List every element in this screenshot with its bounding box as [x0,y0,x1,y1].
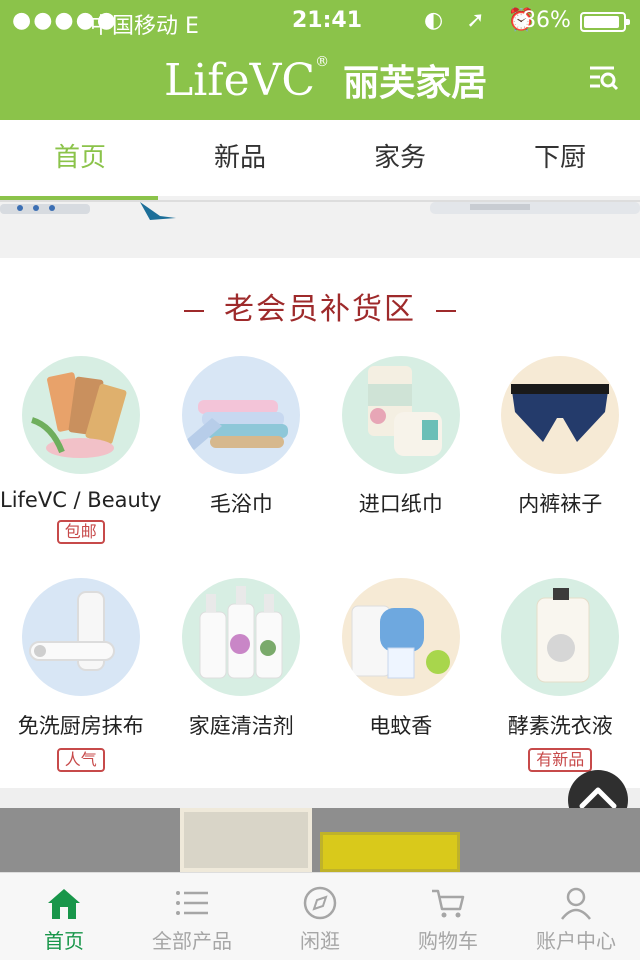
banner-image [0,202,640,220]
tab-home[interactable]: 首页 [0,120,160,196]
nav-cart[interactable]: 购物车 [384,873,512,960]
badge-popular: 人气 [56,748,105,772]
logo-cn: 丽芙家居 [343,63,488,104]
logo-en: LifeVC [164,55,316,106]
nav-label: 购物车 [418,929,478,953]
logo-reg: ® [315,54,330,70]
product-label: 毛浴巾 [209,492,273,516]
status-bar: ●●●●● 中国移动 E 21:41 ◐ ➚ ⏰ 86% [0,0,640,40]
tab-kitchen[interactable]: 下厨 [480,120,640,196]
tab-new[interactable]: 新品 [160,120,320,196]
product-thumb [341,578,460,696]
section-title: 老会员补货区 [0,284,640,328]
section-title-text: 老会员补货区 [224,292,416,327]
product-item-laundry[interactable]: 酵素洗衣液 有新品 [480,566,640,772]
product-item-tissue[interactable]: 进口纸巾 [321,344,481,538]
badge-new-item: 有新品 [528,748,593,772]
product-label: 免洗厨房抹布 [17,714,144,738]
home-icon [48,889,80,919]
nav-browse[interactable]: 闲逛 [256,873,384,960]
product-item-kitchen-cloth[interactable]: 免洗厨房抹布 人气 [0,566,161,772]
nav-account[interactable]: 账户中心 [512,873,640,960]
product-thumb [341,356,460,474]
category-tabs: 首页 新品 家务 下厨 [0,120,640,196]
badge-free-shipping: 包邮 [56,520,105,544]
tab-housework[interactable]: 家务 [320,120,480,196]
product-thumb [501,356,620,474]
nav-label: 全部产品 [152,929,232,953]
list-icon [176,891,208,915]
search-menu-icon[interactable] [584,60,620,96]
product-thumb [501,578,620,696]
product-preview-image[interactable] [0,808,640,872]
nav-label: 账户中心 [536,929,616,953]
compass-icon [303,886,337,920]
banner-carousel[interactable] [0,196,640,258]
battery-icon [580,12,630,32]
banner-divider [0,200,640,202]
cart-icon [432,889,465,918]
product-item-beauty[interactable]: LifeVC / Beauty 包邮 [0,344,162,544]
product-label: 进口纸巾 [358,492,443,516]
nav-label: 首页 [44,929,84,953]
product-label: 家庭清洁剂 [188,714,294,738]
brand-logo[interactable]: LifeVC® 丽芙家居 [164,54,487,106]
bottom-nav: 首页 全部产品 闲逛 购物车 账户中心 [0,872,640,960]
product-label: 内裤袜子 [518,492,603,516]
product-grid: LifeVC / Beauty 包邮 毛浴巾 进口纸巾 内裤袜子 免洗厨房抹布 … [0,344,640,772]
preview-box [320,832,460,872]
product-thumb [182,578,301,696]
product-label: 电蚊香 [369,714,433,738]
clock: 21:41 [292,8,363,33]
replenish-section: 老会员补货区 LifeVC / Beauty 包邮 毛浴巾 进口纸巾 内裤袜子 … [0,258,640,788]
product-thumb [21,578,140,696]
product-thumb [21,356,140,474]
product-item-towel[interactable]: 毛浴巾 [161,344,321,538]
title-dash-left [184,309,204,312]
product-item-cleaner[interactable]: 家庭清洁剂 [161,566,321,760]
app-header: LifeVC® 丽芙家居 [0,40,640,120]
product-label: 酵素洗衣液 [507,714,613,738]
preview-chair [180,808,312,872]
product-item-underwear[interactable]: 内裤袜子 [480,344,640,538]
battery-percent: 86% [522,8,571,33]
product-label: LifeVC / Beauty [0,488,162,512]
carrier-label: 中国移动 E [90,14,199,39]
nav-all-products[interactable]: 全部产品 [128,873,256,960]
nav-home[interactable]: 首页 [0,873,128,960]
title-dash-right [436,309,456,312]
nav-label: 闲逛 [300,929,340,953]
product-item-mosquito-repeller[interactable]: 电蚊香 [321,566,481,760]
product-thumb [182,356,301,474]
user-icon [561,887,591,920]
